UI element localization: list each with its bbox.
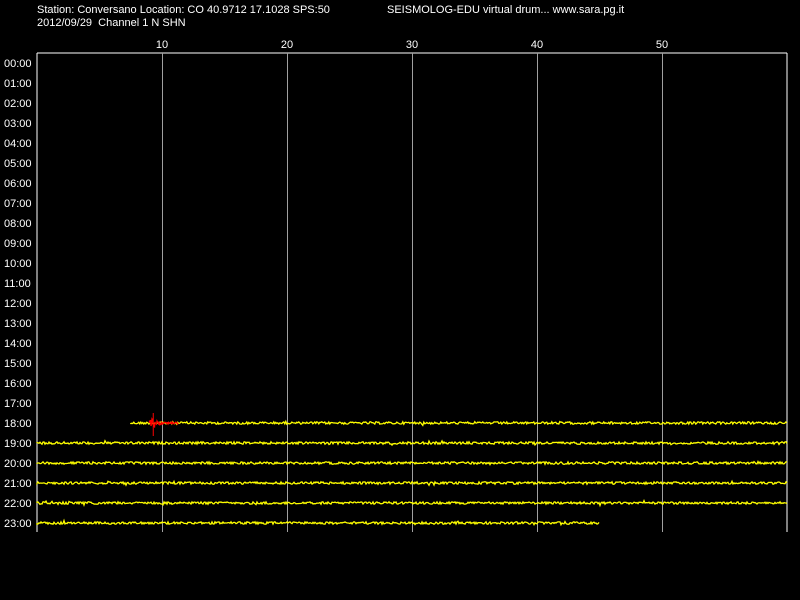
row-time-label: 00:00 [4,58,32,70]
row-time-label: 22:00 [4,498,32,510]
seismic-trace [130,419,788,427]
x-tick-label: 30 [406,39,418,51]
row-time-label: 01:00 [4,78,32,90]
row-time-label: 23:00 [4,518,32,530]
x-tick-label: 40 [531,39,543,51]
x-tick-label: 20 [281,39,293,51]
row-time-label: 18:00 [4,418,32,430]
row-time-label: 12:00 [4,298,32,310]
row-time-label: 07:00 [4,198,32,210]
row-time-label: 02:00 [4,98,32,110]
x-tick-label: 10 [156,39,168,51]
x-tick-label: 50 [656,39,668,51]
helicorder-plot: 10 20 30 40 50 00:00 01:00 02:00 03:00 04:00 05:00… [4,39,788,532]
row-time-label: 03:00 [4,118,32,130]
seismic-trace [36,518,600,527]
row-time-label: 15:00 [4,358,32,370]
row-time-label: 20:00 [4,458,32,470]
row-time-label: 17:00 [4,398,32,410]
row-time-label: 11:00 [4,278,31,290]
row-time-label: 09:00 [4,238,32,250]
row-time-label: 06:00 [4,178,32,190]
row-time-label: 21:00 [4,478,32,490]
row-time-label: 13:00 [4,318,32,330]
row-time-label: 08:00 [4,218,32,230]
row-time-label: 14:00 [4,338,32,350]
row-time-label: 16:00 [4,378,32,390]
row-time-label: 19:00 [4,438,32,450]
row-time-label: 10:00 [4,258,32,270]
row-time-label: 05:00 [4,158,32,170]
row-time-label: 04:00 [4,138,32,150]
